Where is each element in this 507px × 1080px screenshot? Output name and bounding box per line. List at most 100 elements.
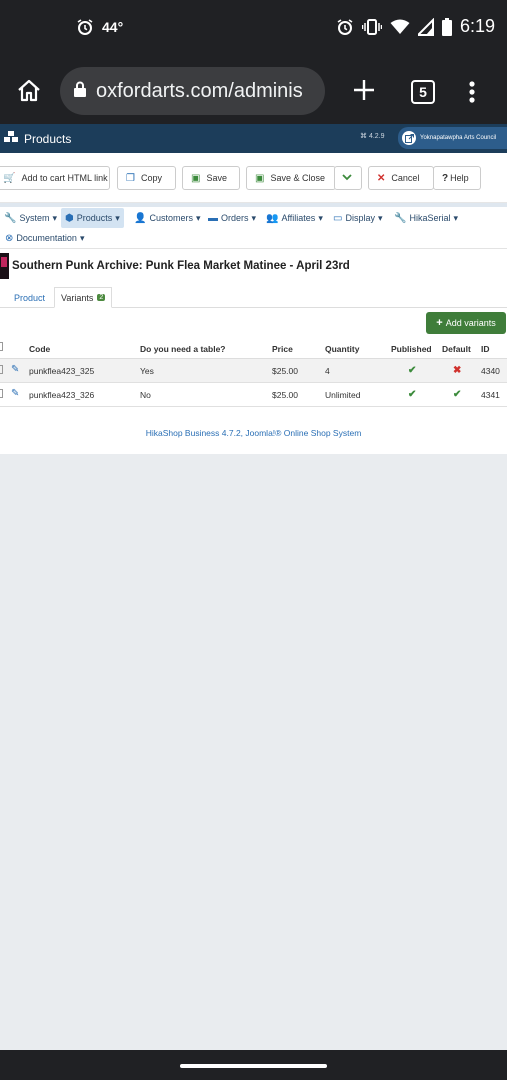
header-code[interactable]: Code [29, 344, 50, 354]
variant-answer: Yes [140, 366, 154, 376]
clock: 6:19 [459, 16, 495, 36]
product-header: Southern Punk Archive: Punk Flea Market … [0, 249, 507, 287]
temperature: 44° [102, 19, 124, 35]
variant-price: $25.00 [272, 366, 298, 376]
header-published[interactable]: Published [391, 344, 432, 354]
menu-system[interactable]: 🔧 System ▾ [4, 208, 57, 228]
chevron-down-icon [342, 173, 352, 183]
url-text: oxfordarts.com/adminis [96, 79, 303, 102]
help-button[interactable]: ? Help [433, 166, 481, 190]
products-cubes-icon [4, 131, 18, 146]
caret-icon: ▾ [115, 212, 120, 223]
footer-link[interactable]: HikaShop Business 4.7.2, Joomla!® Online… [0, 428, 507, 438]
variant-price: $25.00 [272, 390, 298, 400]
variant-quantity: Unlimited [325, 390, 361, 400]
product-tabs: Product Variants 2 [0, 287, 507, 308]
default-check-icon[interactable]: ✔ [453, 389, 461, 400]
menu-display[interactable]: ▭ Display ▾ [333, 208, 383, 228]
select-all-checkbox[interactable] [0, 342, 3, 351]
pencil-icon[interactable]: ✎ [11, 388, 19, 399]
users-icon: 👥 [266, 212, 279, 224]
menu-documentation[interactable]: ⊗ Documentation ▾ [5, 228, 84, 248]
wifi-icon [390, 18, 410, 36]
external-link-icon [402, 131, 416, 145]
alarm-icon [76, 18, 94, 36]
header-id[interactable]: ID [481, 344, 490, 354]
save-icon: ▣ [255, 172, 265, 184]
view-site-link[interactable]: Yoknapatawpha Arts Council [398, 127, 507, 149]
home-gesture-pill[interactable] [180, 1064, 327, 1068]
browser-toolbar: oxfordarts.com/adminis 5 [0, 58, 507, 124]
question-icon: ? [442, 172, 449, 184]
menu-customers[interactable]: 👤 Customers ▾ [134, 208, 201, 228]
site-name: Yoknapatawpha Arts Council [420, 135, 497, 141]
caret-icon: ▾ [377, 212, 383, 223]
wrench-icon: 🔧 [4, 212, 17, 224]
caret-icon: ▾ [453, 212, 458, 223]
pencil-icon[interactable]: ✎ [11, 364, 19, 375]
cart-icon: 🛒 [3, 172, 16, 184]
action-toolbar: 🛒 Add to cart HTML link ❐ Copy ▣ Save ▣ … [0, 153, 507, 203]
new-tab-icon[interactable] [352, 78, 376, 107]
menu-affiliates[interactable]: 👥 Affiliates ▾ [266, 208, 323, 228]
row-checkbox[interactable] [0, 365, 3, 374]
monitor-icon: ▭ [333, 212, 343, 224]
joomla-version: ⌘ 4.2.9 [360, 133, 385, 140]
product-title: Southern Punk Archive: Punk Flea Market … [12, 260, 350, 272]
header-quantity[interactable]: Quantity [325, 344, 359, 354]
tab-product[interactable]: Product [8, 287, 51, 308]
copy-button[interactable]: ❐ Copy [117, 166, 176, 190]
variants-table-header: Code Do you need a table? Price Quantity… [0, 338, 507, 359]
cubes-icon: ⬢ [65, 212, 74, 224]
table-row: ✎ punkflea423_325 Yes $25.00 4 ✔ ✖ 4340 [0, 359, 507, 383]
save-button[interactable]: ▣ Save [182, 166, 240, 190]
cancel-button[interactable]: ✕ Cancel [368, 166, 434, 190]
lock-icon [74, 80, 86, 103]
table-row: ✎ punkflea423_326 No $25.00 Unlimited ✔ … [0, 383, 507, 407]
variant-code[interactable]: punkflea423_325 [29, 366, 94, 376]
address-bar[interactable]: oxfordarts.com/adminis [60, 67, 325, 115]
variant-answer: No [140, 390, 151, 400]
tab-switcher-button[interactable]: 5 [411, 80, 435, 104]
alarm-icon [336, 18, 354, 36]
variant-quantity: 4 [325, 366, 330, 376]
menu-orders[interactable]: ▬ Orders ▾ [208, 208, 256, 228]
web-page: Products ⌘ 4.2.9 Yoknapatawpha Arts Coun… [0, 124, 507, 454]
published-check-icon[interactable]: ✔ [408, 365, 416, 376]
caret-icon: ▾ [251, 212, 257, 223]
add-to-cart-html-button[interactable]: 🛒 Add to cart HTML link [0, 166, 110, 190]
tab-variants[interactable]: Variants 2 [54, 287, 113, 308]
save-close-button[interactable]: ▣ Save & Close [246, 166, 336, 190]
vibrate-icon [361, 18, 382, 36]
gesture-navigation-bar [0, 1050, 507, 1080]
home-icon[interactable] [16, 78, 42, 109]
header-question[interactable]: Do you need a table? [140, 344, 226, 354]
plus-icon: + [436, 317, 443, 329]
lifebuoy-icon: ⊗ [5, 232, 14, 244]
header-default[interactable]: Default [442, 344, 471, 354]
admin-page-title: Products [24, 131, 72, 146]
row-checkbox[interactable] [0, 389, 3, 398]
variant-id: 4341 [481, 390, 500, 400]
wrench-icon: 🔧 [394, 212, 407, 224]
header-price[interactable]: Price [272, 344, 293, 354]
more-menu-icon[interactable] [468, 80, 476, 109]
variants-count-badge: 2 [97, 294, 106, 301]
save-dropdown-toggle[interactable] [334, 166, 362, 190]
hikashop-menu: 🔧 System ▾ ⬢ Products ▾ 👤 Customers ▾ ▬ Orders ▾… [0, 207, 507, 249]
published-check-icon[interactable]: ✔ [408, 389, 416, 400]
credit-card-icon: ▬ [208, 212, 218, 224]
default-cross-icon[interactable]: ✖ [453, 365, 461, 376]
copy-icon: ❐ [126, 172, 135, 184]
caret-icon: ▾ [318, 212, 323, 223]
admin-header: Products ⌘ 4.2.9 Yoknapatawpha Arts Coun… [0, 124, 507, 153]
save-icon: ▣ [191, 172, 201, 184]
variant-code[interactable]: punkflea423_326 [29, 390, 94, 400]
product-thumbnail [0, 253, 9, 279]
caret-icon: ▾ [79, 232, 85, 243]
battery-icon [441, 17, 452, 36]
add-variants-button[interactable]: + Add variants [426, 312, 506, 334]
menu-products[interactable]: ⬢ Products ▾ [61, 208, 124, 228]
status-bar: 44° 6:19 [0, 0, 507, 58]
menu-hikaserial[interactable]: 🔧 HikaSerial ▾ [394, 208, 458, 228]
